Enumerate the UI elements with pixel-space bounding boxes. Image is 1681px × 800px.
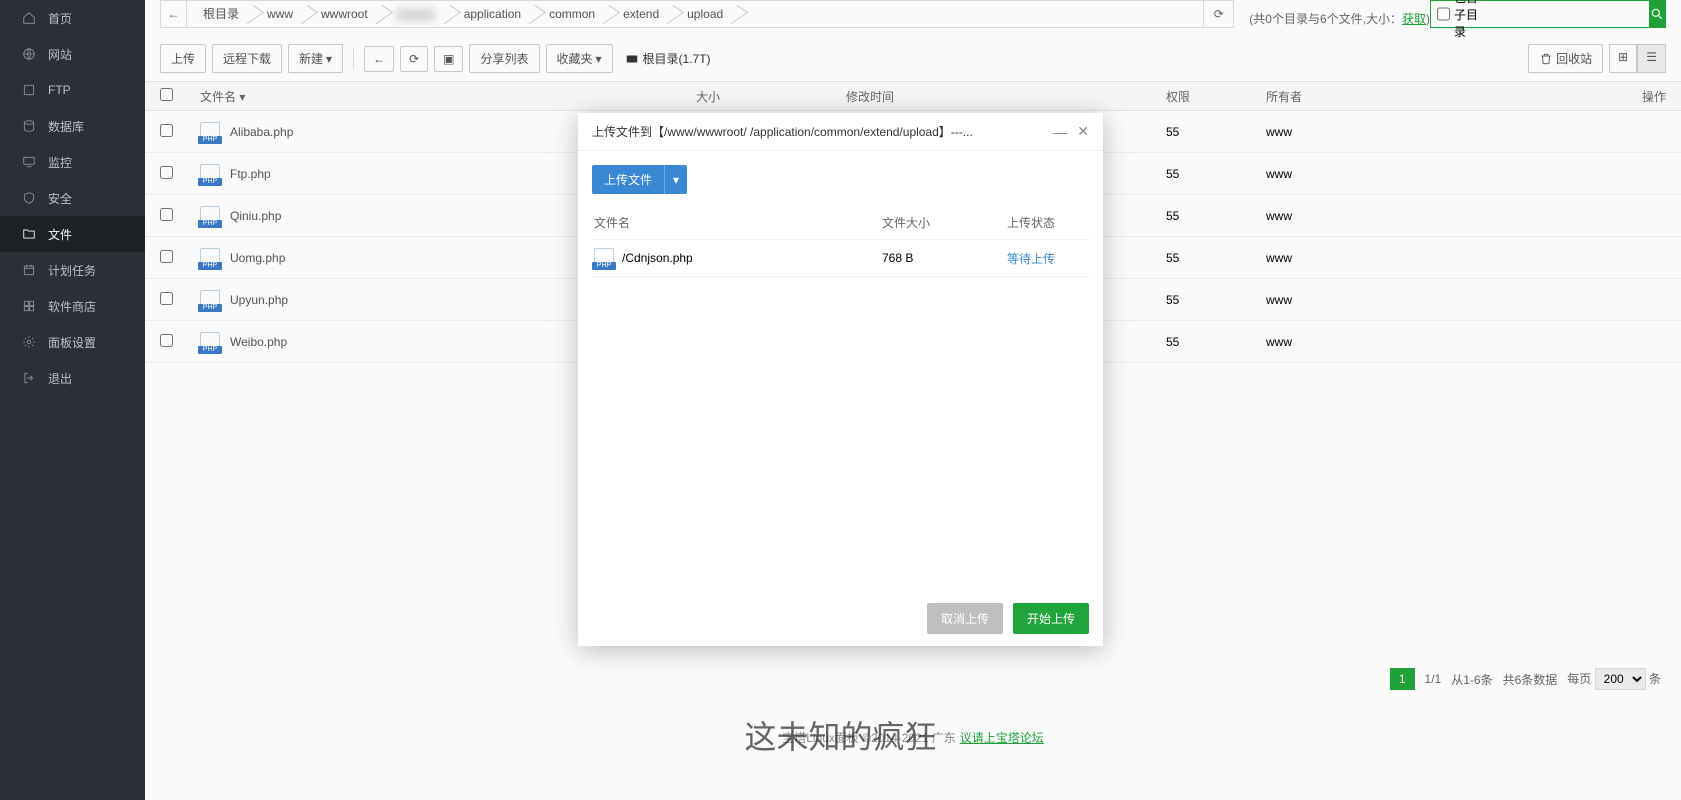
- upload-file-size: 768 B: [882, 251, 1007, 265]
- modal-overlay: 上传文件到【/www/wwwroot/ /application/common/…: [0, 0, 1681, 800]
- php-file-icon: [594, 248, 614, 268]
- choose-file-button[interactable]: 上传文件: [592, 165, 664, 194]
- choose-file-caret[interactable]: ▾: [664, 165, 687, 194]
- modal-title: 上传文件到【/www/wwwroot/ /application/common/…: [592, 123, 1043, 140]
- upload-col-status: 上传状态: [1007, 214, 1087, 231]
- upload-file-status: 等待上传: [1007, 250, 1087, 267]
- minimize-icon[interactable]: —: [1053, 124, 1067, 140]
- upload-col-size: 文件大小: [882, 214, 1007, 231]
- upload-modal: 上传文件到【/www/wwwroot/ /application/common/…: [578, 113, 1103, 646]
- upload-col-name: 文件名: [594, 214, 882, 231]
- start-upload-button[interactable]: 开始上传: [1013, 603, 1089, 634]
- upload-file-name: /Cdnjson.php: [622, 251, 693, 265]
- close-icon[interactable]: ✕: [1077, 123, 1089, 140]
- upload-row: /Cdnjson.php 768 B等待上传: [592, 240, 1089, 277]
- cancel-upload-button[interactable]: 取消上传: [927, 603, 1003, 634]
